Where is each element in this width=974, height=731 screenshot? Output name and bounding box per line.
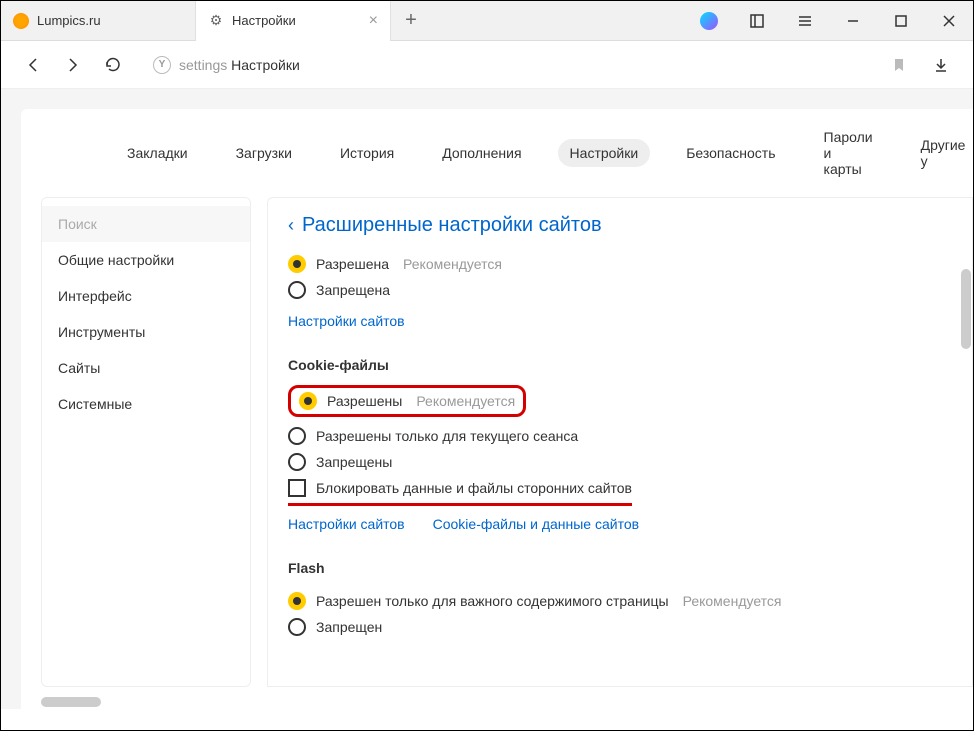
- radio-icon[interactable]: [288, 453, 306, 471]
- nav-security[interactable]: Безопасность: [674, 139, 787, 167]
- tab-label: Lumpics.ru: [37, 13, 101, 28]
- top-nav: Закладки Загрузки История Дополнения Нас…: [21, 109, 973, 197]
- option-label: Запрещены: [316, 454, 392, 470]
- address-bar: Y settings Настройки: [1, 41, 973, 89]
- cookie-data-link[interactable]: Cookie-файлы и данные сайтов: [433, 516, 639, 532]
- option-label: Запрещена: [316, 282, 390, 298]
- checkbox-icon[interactable]: [288, 479, 306, 497]
- option-label: Разрешен только для важного содержимого …: [316, 593, 669, 609]
- block-thirdparty-checkbox-row[interactable]: Блокировать данные и файлы сторонних сай…: [288, 475, 632, 506]
- radio-icon[interactable]: [288, 592, 306, 610]
- flash-forbidden[interactable]: Запрещен: [288, 614, 972, 640]
- site-settings-link[interactable]: Настройки сайтов: [288, 313, 405, 329]
- window-controls: [685, 1, 973, 41]
- url-page: Настройки: [231, 57, 300, 73]
- nav-downloads[interactable]: Загрузки: [224, 139, 304, 167]
- cookies-allowed-highlight[interactable]: Разрешены Рекомендуется: [288, 385, 526, 417]
- radio-icon[interactable]: [288, 427, 306, 445]
- flash-important-only[interactable]: Разрешен только для важного содержимого …: [288, 588, 972, 614]
- radio-icon[interactable]: [288, 281, 306, 299]
- scrollbar-vertical[interactable]: [961, 269, 971, 349]
- option-hint: Рекомендуется: [683, 593, 782, 609]
- sidebar-item-general[interactable]: Общие настройки: [42, 242, 250, 278]
- tab-settings[interactable]: ⚙ Настройки ×: [196, 1, 391, 41]
- menu-icon[interactable]: [781, 1, 829, 41]
- checkbox-label: Блокировать данные и файлы сторонних сай…: [316, 480, 632, 496]
- tab-lumpics[interactable]: Lumpics.ru: [1, 1, 196, 41]
- cookies-session-only[interactable]: Разрешены только для текущего сеанса: [288, 423, 972, 449]
- option-label: Разрешены только для текущего сеанса: [316, 428, 578, 444]
- close-button[interactable]: [925, 1, 973, 41]
- cookies-forbidden[interactable]: Запрещены: [288, 449, 972, 475]
- sidebar-item-interface[interactable]: Интерфейс: [42, 278, 250, 314]
- option-hint: Рекомендуется: [403, 256, 502, 272]
- nav-passwords[interactable]: Пароли и карты: [812, 123, 885, 183]
- option-allowed[interactable]: Разрешена Рекомендуется: [288, 251, 972, 277]
- maximize-button[interactable]: [877, 1, 925, 41]
- back-button[interactable]: [21, 53, 45, 77]
- reload-button[interactable]: [101, 53, 125, 77]
- url-box[interactable]: Y settings Настройки: [141, 56, 871, 74]
- page-title: ‹ Расширенные настройки сайтов: [288, 214, 972, 237]
- sidebar-item-tools[interactable]: Инструменты: [42, 314, 250, 350]
- option-label: Запрещен: [316, 619, 382, 635]
- page-title-text: Расширенные настройки сайтов: [302, 214, 602, 237]
- main-panel: ‹ Расширенные настройки сайтов Разрешена…: [267, 197, 973, 687]
- nav-settings[interactable]: Настройки: [558, 139, 651, 167]
- nav-addons[interactable]: Дополнения: [430, 139, 533, 167]
- tab-bar: Lumpics.ru ⚙ Настройки × +: [1, 1, 973, 41]
- gear-icon: ⚙: [208, 13, 224, 29]
- yandex-icon: Y: [153, 56, 171, 74]
- nav-bookmarks[interactable]: Закладки: [115, 139, 200, 167]
- radio-icon[interactable]: [288, 618, 306, 636]
- option-label: Разрешены: [327, 393, 402, 409]
- sidebar-item-sites[interactable]: Сайты: [42, 350, 250, 386]
- radio-icon[interactable]: [299, 392, 317, 410]
- nav-history[interactable]: История: [328, 139, 406, 167]
- option-label: Разрешена: [316, 256, 389, 272]
- downloads-icon[interactable]: [929, 53, 953, 77]
- url-prefix: settings: [179, 57, 227, 73]
- option-forbidden[interactable]: Запрещена: [288, 277, 972, 303]
- new-tab-button[interactable]: +: [391, 1, 431, 41]
- forward-button[interactable]: [61, 53, 85, 77]
- content-area: Закладки Загрузки История Дополнения Нас…: [1, 89, 973, 709]
- close-icon[interactable]: ×: [369, 12, 378, 30]
- site-settings-link[interactable]: Настройки сайтов: [288, 516, 405, 532]
- nav-other[interactable]: Другие у: [909, 131, 974, 175]
- sidebar-item-system[interactable]: Системные: [42, 386, 250, 422]
- minimize-button[interactable]: [829, 1, 877, 41]
- bookmark-icon[interactable]: [887, 53, 911, 77]
- sidebar: Поиск Общие настройки Интерфейс Инструме…: [41, 197, 251, 687]
- cookies-title: Cookie-файлы: [288, 357, 972, 373]
- alice-icon[interactable]: [685, 1, 733, 41]
- back-arrow-icon[interactable]: ‹: [288, 215, 294, 236]
- option-hint: Рекомендуется: [416, 393, 515, 409]
- orange-icon: [13, 13, 29, 29]
- search-input[interactable]: Поиск: [42, 206, 250, 242]
- radio-icon[interactable]: [288, 255, 306, 273]
- flash-title: Flash: [288, 560, 972, 576]
- panel-icon[interactable]: [733, 1, 781, 41]
- scrollbar-horizontal[interactable]: [41, 697, 101, 707]
- tab-label: Настройки: [232, 13, 296, 28]
